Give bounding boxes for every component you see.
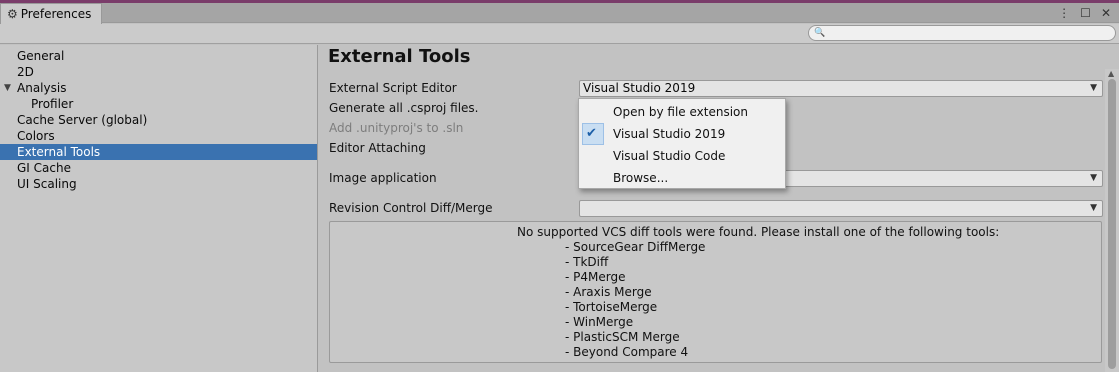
- tab-bar: ⚙ Preferences ⋮ ☐ ✕: [0, 3, 1119, 24]
- menu-item-label: Visual Studio Code: [613, 149, 726, 163]
- tool-list: - SourceGear DiffMerge - TkDiff - P4Merg…: [565, 240, 705, 360]
- scroll-thumb[interactable]: [1108, 79, 1116, 369]
- list-item: - Araxis Merge: [565, 285, 652, 299]
- search-input[interactable]: [828, 26, 1115, 40]
- dropdown-arrow-icon: ▼: [1090, 173, 1097, 183]
- scroll-up-icon[interactable]: ▲: [1108, 69, 1114, 78]
- menu-item-visual-studio-code[interactable]: Visual Studio Code: [579, 145, 785, 167]
- menu-item-visual-studio-2019[interactable]: ✔ Visual Studio 2019: [579, 123, 785, 145]
- tab-preferences[interactable]: ⚙ Preferences: [0, 3, 102, 24]
- sidebar-item-external-tools[interactable]: External Tools: [0, 144, 317, 160]
- menu-item-label: Visual Studio 2019: [613, 127, 726, 141]
- external-script-editor-label: External Script Editor: [329, 81, 457, 95]
- sidebar-item-2d[interactable]: 2D: [0, 64, 317, 80]
- search-icon: 🔍: [814, 28, 826, 38]
- add-unityproj-label: Add .unityproj's to .sln: [329, 121, 464, 135]
- revision-control-dropdown[interactable]: ▼: [579, 200, 1103, 217]
- sidebar-item-ui-scaling[interactable]: UI Scaling: [0, 176, 317, 192]
- window-controls: ⋮ ☐ ✕: [1058, 4, 1111, 22]
- search-row: 🔍: [0, 24, 1119, 44]
- external-script-editor-dropdown[interactable]: Visual Studio 2019 ▼: [579, 80, 1103, 97]
- list-item: - TkDiff: [565, 255, 609, 269]
- sidebar: General 2D ▼ Analysis Profiler Cache Ser…: [0, 45, 318, 372]
- tab-label: Preferences: [20, 7, 92, 21]
- dropdown-value: Visual Studio 2019: [583, 81, 696, 95]
- sidebar-item-cache-server[interactable]: Cache Server (global): [0, 112, 317, 128]
- list-item: - WinMerge: [565, 315, 634, 329]
- image-application-label: Image application: [329, 171, 437, 185]
- close-icon[interactable]: ✕: [1101, 6, 1111, 20]
- revision-control-label: Revision Control Diff/Merge: [329, 201, 493, 215]
- page-title: External Tools: [328, 46, 471, 67]
- search-box[interactable]: 🔍: [808, 25, 1116, 41]
- checkmark-icon: ✔: [586, 126, 597, 141]
- script-editor-popup-menu: Open by file extension ✔ Visual Studio 2…: [578, 98, 786, 189]
- vcs-help-box: No supported VCS diff tools were found. …: [329, 221, 1102, 363]
- vertical-scrollbar[interactable]: ▲: [1105, 69, 1119, 372]
- generate-csproj-label: Generate all .csproj files.: [329, 101, 479, 115]
- help-title: No supported VCS diff tools were found. …: [517, 225, 1000, 239]
- dropdown-arrow-icon: ▼: [1090, 83, 1097, 93]
- kebab-menu-icon[interactable]: ⋮: [1058, 6, 1070, 20]
- menu-item-browse[interactable]: Browse...: [579, 167, 785, 189]
- menu-item-label: Open by file extension: [613, 105, 748, 119]
- dropdown-arrow-icon: ▼: [1090, 203, 1097, 213]
- list-item: - TortoiseMerge: [565, 300, 658, 314]
- sidebar-item-general[interactable]: General: [0, 48, 317, 64]
- sidebar-item-gi-cache[interactable]: GI Cache: [0, 160, 317, 176]
- list-item: - SourceGear DiffMerge: [565, 240, 706, 254]
- menu-item-open-by-extension[interactable]: Open by file extension: [579, 101, 785, 123]
- expand-triangle-icon[interactable]: ▼: [4, 80, 11, 96]
- list-item: - P4Merge: [565, 270, 626, 284]
- sidebar-item-label: Analysis: [17, 81, 67, 95]
- sidebar-item-analysis[interactable]: ▼ Analysis: [0, 80, 317, 96]
- maximize-icon[interactable]: ☐: [1080, 6, 1091, 20]
- menu-item-label: Browse...: [613, 171, 669, 185]
- list-item: - PlasticSCM Merge: [565, 330, 680, 344]
- sidebar-item-profiler[interactable]: Profiler: [0, 96, 317, 112]
- list-item: - Beyond Compare 4: [565, 345, 689, 359]
- editor-attaching-label: Editor Attaching: [329, 141, 426, 155]
- main-panel: External Tools External Script Editor Vi…: [319, 45, 1119, 372]
- gear-icon: ⚙: [7, 7, 18, 21]
- sidebar-item-colors[interactable]: Colors: [0, 128, 317, 144]
